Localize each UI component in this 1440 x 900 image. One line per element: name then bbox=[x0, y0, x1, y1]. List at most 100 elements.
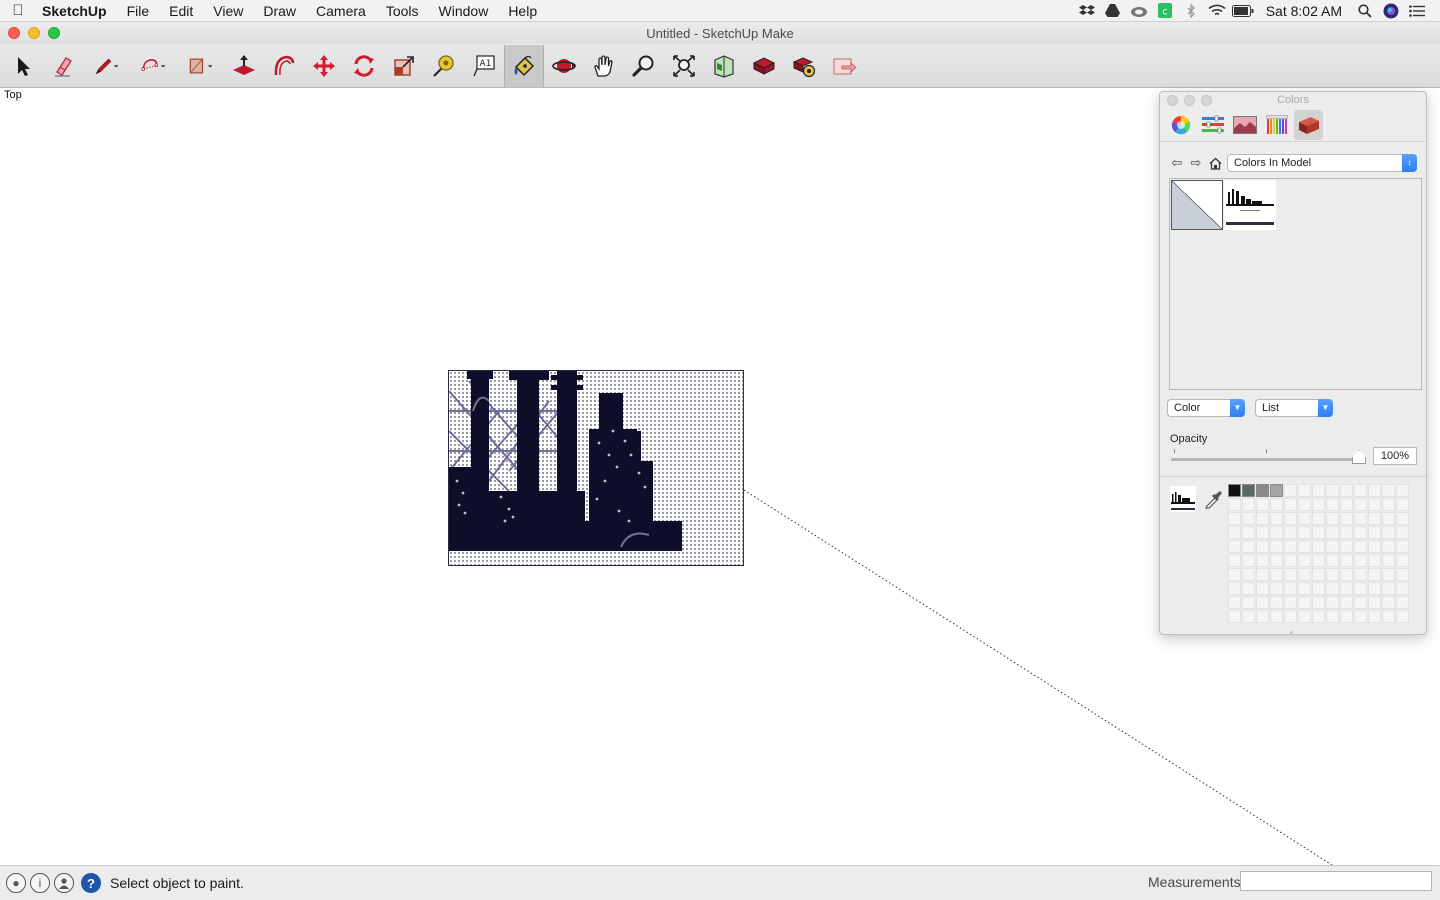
palette-swatch[interactable] bbox=[1382, 540, 1395, 553]
palette-swatch[interactable] bbox=[1368, 554, 1381, 567]
geolocation-icon[interactable]: ● bbox=[6, 873, 26, 893]
tab-materials[interactable] bbox=[1294, 109, 1323, 140]
palette-swatch[interactable] bbox=[1354, 540, 1367, 553]
palette-swatch[interactable] bbox=[1312, 596, 1325, 609]
menubar-clock[interactable]: Sat 8:02 AM bbox=[1256, 3, 1352, 19]
palette-swatch[interactable] bbox=[1312, 540, 1325, 553]
palette-swatch[interactable] bbox=[1354, 582, 1367, 595]
tab-color-sliders[interactable] bbox=[1198, 110, 1227, 140]
palette-swatch[interactable] bbox=[1396, 582, 1409, 595]
palette-swatch[interactable] bbox=[1298, 526, 1311, 539]
palette-swatch[interactable] bbox=[1256, 568, 1269, 581]
palette-swatch[interactable] bbox=[1284, 526, 1297, 539]
palette-swatch[interactable] bbox=[1256, 512, 1269, 525]
default-material-swatch[interactable] bbox=[1171, 180, 1223, 230]
palette-swatch[interactable] bbox=[1382, 596, 1395, 609]
palette-swatch[interactable] bbox=[1382, 526, 1395, 539]
palette-swatch[interactable] bbox=[1368, 568, 1381, 581]
palette-swatch[interactable] bbox=[1382, 610, 1395, 623]
palette-swatch[interactable] bbox=[1228, 568, 1241, 581]
palette-swatch[interactable] bbox=[1270, 610, 1283, 623]
palette-swatch[interactable] bbox=[1242, 582, 1255, 595]
color-mode-select[interactable]: Color ▼ bbox=[1167, 399, 1245, 417]
palette-swatch[interactable] bbox=[1396, 610, 1409, 623]
palette-swatch[interactable] bbox=[1270, 596, 1283, 609]
palette-swatch[interactable] bbox=[1382, 554, 1395, 567]
palette-swatch[interactable] bbox=[1256, 484, 1269, 497]
palette-swatch[interactable] bbox=[1228, 554, 1241, 567]
tape-measure-tool[interactable] bbox=[424, 45, 464, 87]
palette-swatch[interactable] bbox=[1312, 512, 1325, 525]
palette-swatch[interactable] bbox=[1354, 484, 1367, 497]
palette-swatch[interactable] bbox=[1312, 484, 1325, 497]
push-pull-tool[interactable] bbox=[224, 45, 264, 87]
colors-panel-title-bar[interactable]: Colors bbox=[1160, 92, 1426, 108]
palette-swatch[interactable] bbox=[1354, 596, 1367, 609]
select-tool[interactable] bbox=[3, 45, 43, 87]
palette-swatch[interactable] bbox=[1396, 540, 1409, 553]
palette-swatch[interactable] bbox=[1256, 582, 1269, 595]
extension-manager-tool[interactable] bbox=[784, 45, 824, 87]
pan-tool[interactable] bbox=[584, 45, 624, 87]
battery-icon[interactable] bbox=[1230, 0, 1256, 22]
palette-swatch[interactable] bbox=[1242, 596, 1255, 609]
palette-swatch[interactable] bbox=[1382, 512, 1395, 525]
palette-swatch[interactable] bbox=[1284, 554, 1297, 567]
home-icon[interactable] bbox=[1208, 155, 1222, 171]
palette-swatch[interactable] bbox=[1312, 610, 1325, 623]
warehouse-tool[interactable] bbox=[704, 45, 744, 87]
palette-swatch[interactable] bbox=[1396, 568, 1409, 581]
palette-swatch[interactable] bbox=[1242, 610, 1255, 623]
dropbox-icon[interactable] bbox=[1074, 0, 1100, 22]
offset-tool[interactable] bbox=[264, 45, 304, 87]
line-tool[interactable] bbox=[83, 45, 130, 87]
arc-tool[interactable] bbox=[130, 45, 177, 87]
palette-swatch[interactable] bbox=[1354, 512, 1367, 525]
palette-swatch[interactable] bbox=[1340, 540, 1353, 553]
palette-swatch[interactable] bbox=[1396, 512, 1409, 525]
palette-swatch[interactable] bbox=[1326, 582, 1339, 595]
palette-swatch[interactable] bbox=[1242, 540, 1255, 553]
spotlight-icon[interactable] bbox=[1352, 0, 1378, 22]
palette-swatch[interactable] bbox=[1340, 498, 1353, 511]
palette-swatch[interactable] bbox=[1242, 554, 1255, 567]
palette-swatch[interactable] bbox=[1228, 540, 1241, 553]
palette-swatch[interactable] bbox=[1368, 540, 1381, 553]
palette-swatch[interactable] bbox=[1256, 610, 1269, 623]
opacity-slider-thumb[interactable] bbox=[1352, 450, 1366, 464]
palette-swatch[interactable] bbox=[1228, 498, 1241, 511]
eraser-tool[interactable] bbox=[43, 45, 83, 87]
palette-swatch[interactable] bbox=[1326, 526, 1339, 539]
zoom-extents-tool[interactable] bbox=[664, 45, 704, 87]
palette-swatch[interactable] bbox=[1298, 610, 1311, 623]
eyedropper-icon[interactable] bbox=[1204, 489, 1224, 509]
palette-swatch[interactable] bbox=[1312, 568, 1325, 581]
forward-arrow-icon[interactable]: ⇨ bbox=[1189, 155, 1203, 171]
notification-center-icon[interactable] bbox=[1404, 0, 1430, 22]
palette-swatch[interactable] bbox=[1298, 582, 1311, 595]
palette-swatch[interactable] bbox=[1284, 498, 1297, 511]
list-mode-select[interactable]: List ▼ bbox=[1255, 399, 1333, 417]
palette-swatch[interactable] bbox=[1396, 526, 1409, 539]
user-account-icon[interactable] bbox=[54, 873, 74, 893]
palette-swatch[interactable] bbox=[1340, 596, 1353, 609]
extension-warehouse-tool[interactable] bbox=[744, 45, 784, 87]
text-tool[interactable]: A1 bbox=[464, 45, 504, 87]
move-tool[interactable] bbox=[304, 45, 344, 87]
palette-swatch[interactable] bbox=[1256, 596, 1269, 609]
palette-swatch[interactable] bbox=[1298, 540, 1311, 553]
palette-swatch[interactable] bbox=[1298, 554, 1311, 567]
palette-swatch[interactable] bbox=[1242, 526, 1255, 539]
palette-swatch[interactable] bbox=[1284, 568, 1297, 581]
evernote-icon[interactable]: c bbox=[1152, 0, 1178, 22]
palette-swatch[interactable] bbox=[1256, 526, 1269, 539]
credits-icon[interactable]: i bbox=[30, 873, 50, 893]
palette-swatch[interactable] bbox=[1340, 582, 1353, 595]
palette-swatch[interactable] bbox=[1368, 582, 1381, 595]
palette-swatch[interactable] bbox=[1284, 582, 1297, 595]
palette-swatch[interactable] bbox=[1284, 484, 1297, 497]
apple-menu-icon[interactable]:  bbox=[0, 2, 36, 19]
opacity-value-field[interactable]: 100% bbox=[1373, 447, 1417, 465]
wifi-icon[interactable] bbox=[1204, 0, 1230, 22]
help-icon[interactable]: ? bbox=[81, 873, 101, 893]
